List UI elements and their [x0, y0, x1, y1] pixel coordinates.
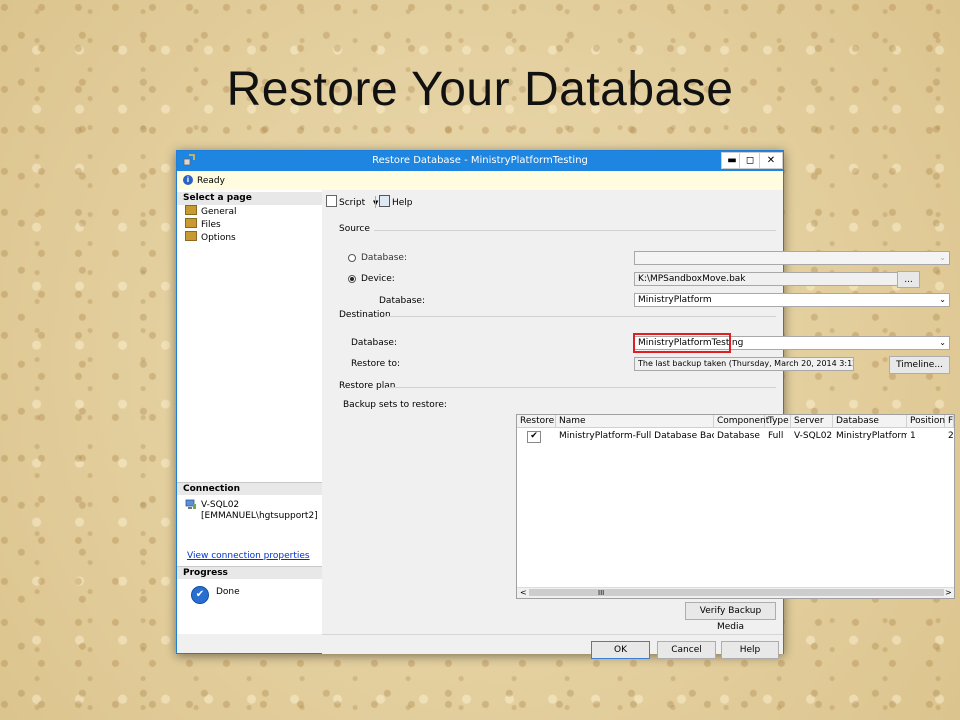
- left-pane: Select a page General Files Options Conn…: [177, 190, 323, 634]
- page-item-general[interactable]: General: [185, 205, 236, 217]
- page-icon: [185, 205, 197, 215]
- chevron-down-icon: ⌄: [939, 253, 946, 262]
- cancel-button[interactable]: Cancel: [657, 641, 716, 659]
- backup-sets-grid[interactable]: Restore Name Component Type Server Datab…: [516, 414, 955, 599]
- highlight-box: [633, 333, 731, 353]
- restore-database-window: Restore Database - MinistryPlatformTesti…: [176, 150, 955, 659]
- grid-header: Restore Name Component Type Server Datab…: [517, 415, 954, 428]
- page-icon: [185, 218, 197, 228]
- script-button[interactable]: Script ▼: [326, 195, 378, 209]
- device-radio[interactable]: [348, 275, 356, 283]
- page-item-files[interactable]: Files: [185, 218, 221, 230]
- restore-to-field[interactable]: The last backup taken (Thursday, March 2…: [634, 357, 854, 371]
- table-cell: Full: [768, 431, 784, 441]
- column-header[interactable]: Position: [907, 415, 945, 427]
- device-path-field[interactable]: K:\MPSandboxMove.bak: [634, 272, 900, 286]
- close-button[interactable]: ✕: [759, 152, 783, 169]
- help-icon: [379, 195, 390, 207]
- destination-section-label: Destination: [339, 310, 391, 320]
- table-cell: 1: [910, 431, 916, 441]
- divider: [386, 387, 776, 388]
- chevron-down-icon: ⌄: [939, 338, 946, 347]
- connection-user: [EMMANUEL\hgtsupport2]: [201, 511, 318, 521]
- column-header[interactable]: Component: [714, 415, 769, 427]
- info-icon: i: [183, 175, 193, 185]
- timeline-button[interactable]: Timeline...: [889, 356, 950, 374]
- horizontal-scrollbar[interactable]: < III >: [517, 587, 954, 598]
- source-backup-database-select[interactable]: MinistryPlatform ⌄: [634, 293, 950, 307]
- view-connection-properties-link[interactable]: View connection properties: [187, 551, 310, 561]
- select-page-header: Select a page: [177, 192, 322, 205]
- script-label: Script: [339, 198, 366, 208]
- page-item-label: General: [201, 207, 237, 217]
- chevron-down-icon: ⌄: [939, 295, 946, 304]
- device-radio-label: Device:: [361, 274, 395, 284]
- restore-plan-section-label: Restore plan: [339, 381, 396, 391]
- scroll-grip-icon: III: [598, 589, 605, 597]
- scroll-left-arrow[interactable]: <: [520, 588, 527, 598]
- column-header[interactable]: Type: [765, 415, 791, 427]
- server-icon: [185, 499, 196, 509]
- status-bar: i Ready: [177, 171, 783, 191]
- column-header[interactable]: Restore: [517, 415, 556, 427]
- ok-button[interactable]: OK: [591, 641, 650, 659]
- progress-status: Done: [216, 587, 240, 597]
- database-radio[interactable]: [348, 254, 356, 262]
- page-item-options[interactable]: Options: [185, 231, 236, 243]
- script-icon: [326, 195, 337, 207]
- verify-backup-media-button[interactable]: Verify Backup Media: [685, 602, 776, 632]
- connection-server: V-SQL02: [201, 500, 240, 510]
- help-button[interactable]: Help: [721, 641, 779, 659]
- source-database-label: Database:: [379, 296, 425, 306]
- source-backup-database-value: MinistryPlatform: [638, 295, 712, 305]
- column-header[interactable]: Name: [556, 415, 714, 427]
- status-text: Ready: [197, 176, 225, 186]
- browse-button[interactable]: ...: [897, 271, 920, 288]
- table-cell: MinistryPlatform-Full Database Backup: [559, 431, 714, 441]
- title-bar[interactable]: Restore Database - MinistryPlatformTesti…: [177, 151, 783, 171]
- right-pane: Script ▼ Help Source Database: ⌄ Device:…: [322, 190, 955, 634]
- progress-header: Progress: [177, 566, 322, 579]
- maximize-button[interactable]: ◻: [739, 152, 761, 169]
- source-section-label: Source: [339, 224, 370, 234]
- dialog-button-bar: OK Cancel Help: [322, 634, 783, 659]
- source-database-select[interactable]: ⌄: [634, 251, 950, 265]
- window-title: Restore Database - MinistryPlatformTesti…: [372, 155, 588, 166]
- table-cell: V-SQL02: [794, 431, 833, 441]
- destination-database-label: Database:: [351, 338, 397, 348]
- divider: [374, 230, 776, 231]
- help-toolbar-button[interactable]: Help: [379, 195, 413, 209]
- check-icon: ✔: [191, 586, 209, 604]
- column-header[interactable]: Server: [791, 415, 833, 427]
- toolbar-separator: [375, 196, 376, 208]
- connection-header: Connection: [177, 482, 322, 495]
- scroll-right-arrow[interactable]: >: [945, 588, 952, 598]
- restore-checkbox[interactable]: ✔: [527, 431, 541, 443]
- table-cell: Database: [717, 431, 760, 441]
- column-header[interactable]: F: [945, 415, 954, 427]
- help-toolbar-label: Help: [392, 198, 413, 208]
- page-item-label: Options: [201, 233, 236, 243]
- database-radio-label: Database:: [361, 253, 407, 263]
- table-cell: MinistryPlatform: [836, 431, 907, 441]
- backup-sets-label: Backup sets to restore:: [343, 400, 447, 410]
- page-item-label: Files: [201, 220, 221, 230]
- slide-title: Restore Your Database: [226, 63, 734, 116]
- divider: [386, 316, 776, 317]
- scrollbar-thumb[interactable]: [529, 589, 944, 596]
- table-cell: 2: [948, 431, 954, 441]
- page-icon: [185, 231, 197, 241]
- restore-to-label: Restore to:: [351, 359, 401, 369]
- column-header[interactable]: Database: [833, 415, 907, 427]
